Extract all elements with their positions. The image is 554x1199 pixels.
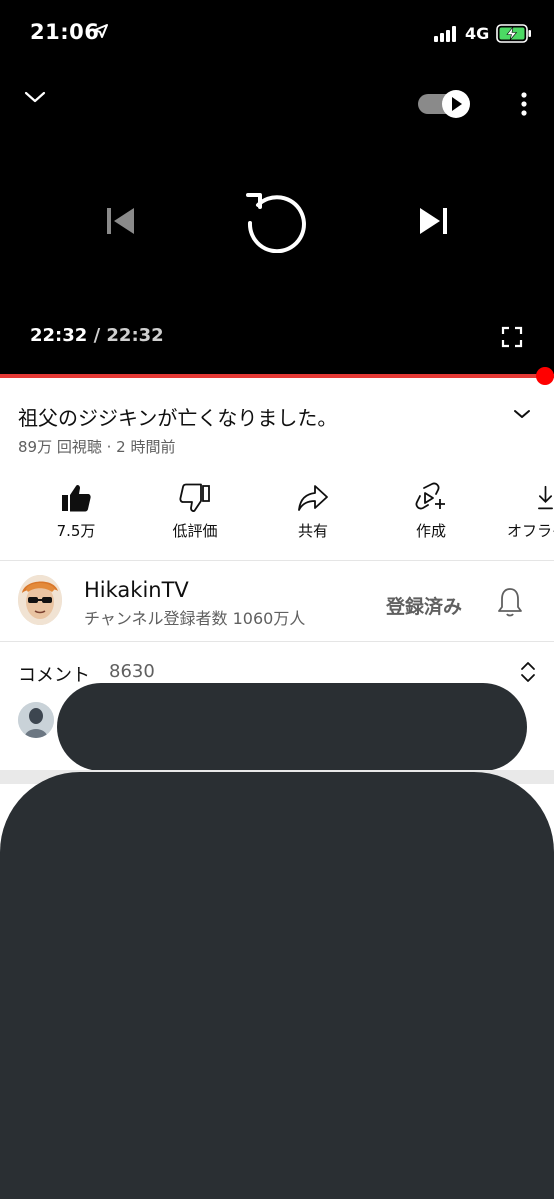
location-arrow-icon: [94, 24, 108, 38]
next-icon[interactable]: [418, 206, 450, 236]
autoplay-toggle[interactable]: [416, 88, 472, 120]
channel-name[interactable]: HikakinTV: [84, 578, 189, 602]
create-label: 作成: [415, 522, 446, 540]
bell-icon[interactable]: [496, 586, 524, 618]
create-icon: [415, 482, 445, 510]
download-button[interactable]: オフライ: [499, 480, 554, 541]
expand-comments-icon[interactable]: [519, 660, 537, 684]
create-button[interactable]: 作成: [381, 480, 481, 541]
redacted-panel: [0, 772, 554, 1199]
thumbs-up-icon: [62, 484, 91, 512]
video-player[interactable]: 21:06 4G 22:32 / 22:32: [0, 0, 554, 376]
divider: [0, 560, 554, 561]
current-time: 22:32: [30, 325, 88, 346]
share-label: 共有: [297, 522, 328, 540]
status-time: 21:06: [30, 20, 100, 44]
progress-bar[interactable]: [0, 374, 554, 378]
video-title[interactable]: 祖父のジジキンが亡くなりました。: [18, 402, 337, 431]
like-button[interactable]: 7.5万: [26, 480, 126, 541]
progress-scrubber[interactable]: [536, 367, 554, 385]
comments-label[interactable]: コメント: [18, 661, 90, 687]
network-label: 4G: [465, 24, 490, 43]
redacted-comment: [57, 683, 527, 771]
like-count: 7.5万: [56, 522, 96, 540]
duration: 22:32: [106, 325, 164, 346]
time-separator: /: [87, 325, 107, 346]
fullscreen-icon[interactable]: [501, 326, 523, 348]
status-bar: 21:06 4G: [0, 0, 554, 64]
share-icon: [298, 485, 328, 511]
signal-icon: [434, 26, 460, 42]
comments-count: 8630: [109, 661, 155, 682]
battery-charging-icon: [496, 24, 531, 43]
replay-icon[interactable]: [244, 189, 308, 253]
collapse-chevron-icon[interactable]: [24, 90, 46, 104]
subscribe-button[interactable]: 登録済み: [386, 592, 462, 619]
divider: [0, 641, 554, 642]
share-button[interactable]: 共有: [263, 480, 363, 541]
dislike-button[interactable]: 低評価: [145, 480, 245, 541]
dislike-label: 低評価: [172, 522, 218, 540]
download-icon: [538, 485, 553, 510]
previous-icon[interactable]: [104, 206, 136, 236]
subscriber-count: チャンネル登録者数 1060万人: [84, 609, 306, 628]
expand-description-icon[interactable]: [513, 408, 531, 420]
thumbs-down-icon: [179, 483, 210, 512]
time-readout: 22:32 / 22:32: [30, 325, 164, 346]
download-label: オフライ: [507, 522, 554, 540]
commenter-avatar: [18, 702, 54, 738]
video-meta: 89万 回視聴 · 2 時間前: [18, 438, 176, 456]
channel-avatar[interactable]: [18, 575, 62, 625]
more-options-icon[interactable]: [518, 90, 530, 118]
